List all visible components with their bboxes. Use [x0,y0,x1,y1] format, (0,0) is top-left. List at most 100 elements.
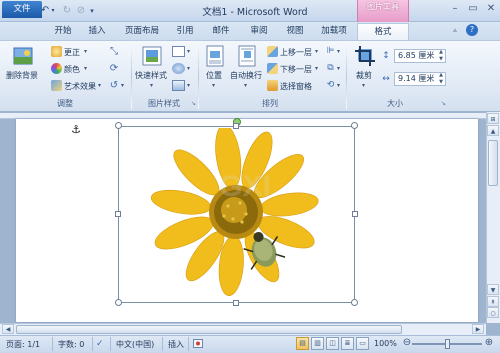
align-icon[interactable]: ⊫ [325,46,336,57]
insert-mode-indicator[interactable]: 插入 [168,339,184,350]
wrap-text-icon[interactable] [237,45,257,67]
tab-view[interactable]: 视图 [280,22,310,40]
restore-icon[interactable]: ▭ [466,3,480,15]
ruler-toggle-icon[interactable]: ⊞ [487,113,499,124]
resize-handle-bottom[interactable] [233,300,239,306]
corrections-label[interactable]: 更正 [64,47,80,58]
picture-layout-icon[interactable] [172,80,185,91]
bring-forward-dropdown-icon[interactable]: ▾ [315,48,318,55]
position-icon[interactable] [205,45,225,67]
bring-forward-icon[interactable] [267,46,278,57]
browse-object-icon[interactable]: ○ [487,307,499,318]
color-dropdown-icon[interactable]: ▾ [84,65,87,72]
selection-pane-label[interactable]: 选择窗格 [280,81,312,92]
wrap-text-label[interactable]: 自动换行 [230,70,262,81]
minimize-icon[interactable]: – [448,3,462,15]
scroll-down-icon[interactable]: ▼ [487,284,499,295]
vertical-scroll-thumb[interactable] [488,140,498,186]
position-label[interactable]: 位置 [206,70,222,81]
compress-pictures-icon[interactable]: ⤡ [108,46,120,57]
bring-forward-label[interactable]: 上移一层 [280,47,312,58]
remove-background-label[interactable]: 删除背景 [6,70,38,81]
resize-handle-top-right[interactable] [351,122,358,129]
tab-review[interactable]: 审阅 [244,22,274,40]
zoom-level[interactable]: 100% [374,339,397,348]
outline-view-icon[interactable]: ≣ [341,337,354,350]
print-layout-view-icon[interactable]: ▤ [296,337,309,350]
quick-styles-label[interactable]: 快速样式 [135,70,167,81]
repeat-icon[interactable]: ⊘ [74,4,88,18]
full-screen-reading-view-icon[interactable]: ▥ [311,337,324,350]
height-spinner[interactable]: ▲ ▼ [437,49,445,63]
zoom-slider-thumb[interactable] [445,339,450,349]
send-backward-icon[interactable] [267,63,278,74]
crop-label[interactable]: 裁剪 [356,70,372,81]
group-objects-icon[interactable]: ⧉ [325,63,336,74]
tab-format[interactable]: 格式 [357,23,409,41]
selection-pane-icon[interactable] [267,80,278,91]
web-layout-view-icon[interactable]: ◫ [326,337,339,350]
quick-styles-dropdown-icon[interactable]: ▾ [150,82,153,89]
page-count[interactable]: 页面: 1/1 [6,339,40,350]
collapse-ribbon-icon[interactable]: ▵ [450,26,460,36]
customize-qat-icon[interactable]: ▾ [88,4,96,18]
rotate-dropdown-icon[interactable]: ▾ [337,82,340,89]
crop-dropdown-icon[interactable]: ▾ [362,82,365,89]
artistic-effects-dropdown-icon[interactable]: ▾ [98,82,101,89]
draft-view-icon[interactable]: ▭ [356,337,369,350]
size-launcher-icon[interactable]: ↘ [440,100,447,107]
color-icon[interactable] [51,63,62,74]
language-indicator[interactable]: 中文(中国) [116,339,154,350]
width-spinner[interactable]: ▲ ▼ [437,72,445,86]
horizontal-scroll-thumb[interactable] [16,325,402,334]
resize-handle-right[interactable] [352,211,358,217]
picture-effects-icon[interactable] [172,63,185,74]
remove-background-icon[interactable] [12,45,34,67]
tab-addins[interactable]: 加载项 [314,22,354,40]
resize-handle-bottom-left[interactable] [115,299,122,306]
send-backward-label[interactable]: 下移一层 [280,64,312,75]
selection-frame[interactable] [118,126,355,303]
position-dropdown-icon[interactable]: ▾ [212,82,215,89]
tab-home[interactable]: 开始 [48,22,78,40]
proofing-icon[interactable]: ✓ [96,339,104,349]
tab-file[interactable]: 文件 [2,1,42,18]
zoom-out-icon[interactable]: ⊖ [402,338,412,348]
reset-picture-dropdown-icon[interactable]: ▾ [121,82,124,89]
resize-handle-top-left[interactable] [115,122,122,129]
picture-effects-dropdown-icon[interactable]: ▾ [187,65,190,72]
zoom-in-icon[interactable]: ⊕ [484,338,494,348]
resize-handle-bottom-right[interactable] [351,299,358,306]
artistic-effects-label[interactable]: 艺术效果 [64,81,96,92]
quick-styles-icon[interactable] [141,45,163,67]
crop-icon[interactable] [354,45,376,67]
reset-picture-icon[interactable]: ↺ [108,80,120,91]
tab-mailings[interactable]: 邮件 [206,22,236,40]
color-label[interactable]: 颜色 [64,64,80,75]
tab-references[interactable]: 引用 [170,22,200,40]
previous-page-icon[interactable]: ⇞ [487,296,499,307]
word-count[interactable]: 字数: 0 [58,339,84,350]
picture-border-icon[interactable] [172,46,185,57]
change-picture-icon[interactable]: ⟳ [108,63,120,74]
wrap-text-dropdown-icon[interactable]: ▾ [244,82,247,89]
picture-border-dropdown-icon[interactable]: ▾ [187,48,190,55]
picture-styles-launcher-icon[interactable]: ↘ [190,100,197,107]
send-backward-dropdown-icon[interactable]: ▾ [315,65,318,72]
resize-handle-left[interactable] [115,211,121,217]
resize-handle-top[interactable] [233,123,239,129]
macro-record-icon[interactable] [193,339,203,350]
picture-layout-dropdown-icon[interactable]: ▾ [187,82,190,89]
scroll-left-icon[interactable]: ◀ [2,324,14,334]
tab-insert[interactable]: 插入 [82,22,112,40]
scroll-up-icon[interactable]: ▲ [487,125,499,136]
close-icon[interactable]: ✕ [484,3,498,15]
rotate-icon[interactable]: ⟲ [325,80,336,91]
group-objects-dropdown-icon[interactable]: ▾ [337,65,340,72]
redo-icon[interactable]: ↻ [60,4,74,18]
corrections-dropdown-icon[interactable]: ▾ [84,48,87,55]
align-dropdown-icon[interactable]: ▾ [337,48,340,55]
help-icon[interactable]: ? [466,24,478,36]
corrections-icon[interactable] [51,46,62,57]
undo-dropdown-icon[interactable]: ▾ [50,4,56,18]
